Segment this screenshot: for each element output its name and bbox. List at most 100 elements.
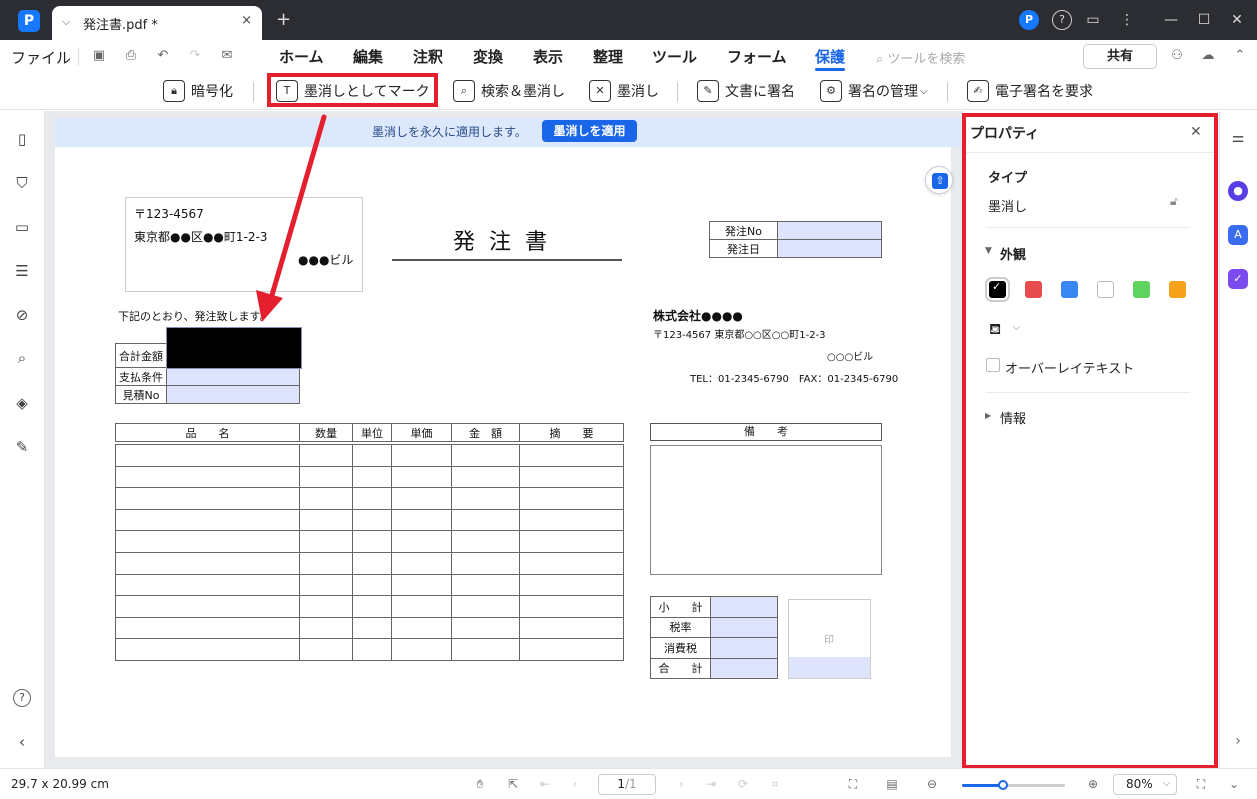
close-tab-icon[interactable]: × xyxy=(241,13,252,28)
redo-icon[interactable]: ↷ xyxy=(186,47,204,65)
table-cell[interactable] xyxy=(352,595,392,618)
table-cell[interactable] xyxy=(391,530,452,553)
table-cell[interactable] xyxy=(519,638,624,661)
undo-icon[interactable]: ↶ xyxy=(154,47,172,65)
redact-button[interactable]: ✕ 墨消し xyxy=(589,78,659,104)
maximize-icon[interactable]: ☐ xyxy=(1194,10,1214,30)
page-number-input[interactable]: 1/1 xyxy=(598,774,656,795)
search-redact-button[interactable]: ⌕ 検索＆墨消し xyxy=(453,78,565,104)
help-icon[interactable]: ? xyxy=(1052,10,1072,30)
table-cell[interactable] xyxy=(299,573,353,597)
encrypt-button[interactable]: 🔒︎ 暗号化 xyxy=(163,78,233,104)
quote-field[interactable] xyxy=(166,385,300,404)
table-cell[interactable] xyxy=(451,487,520,510)
remarks-field[interactable] xyxy=(650,445,882,575)
table-cell[interactable] xyxy=(115,573,300,597)
select-tool-icon[interactable]: ⇱ xyxy=(505,776,521,792)
collapse-status-icon[interactable]: ⌄ xyxy=(1226,776,1242,792)
table-cell[interactable] xyxy=(451,530,520,553)
task-check-icon[interactable]: ✓ xyxy=(1228,269,1248,289)
expand-right-icon[interactable]: › xyxy=(1228,731,1248,751)
table-cell[interactable] xyxy=(299,616,353,640)
fields-icon[interactable]: ☰ xyxy=(13,262,31,280)
chevron-down-icon[interactable]: ⌵ xyxy=(62,15,70,29)
table-cell[interactable] xyxy=(451,573,520,597)
bookmark-icon[interactable]: ⛉ xyxy=(13,174,31,192)
table-cell[interactable] xyxy=(299,487,353,510)
table-cell[interactable] xyxy=(519,551,624,575)
zoom-in-icon[interactable]: ⊕ xyxy=(1085,776,1101,792)
menu-organize[interactable]: 整理 xyxy=(593,46,623,67)
menu-view[interactable]: 表示 xyxy=(533,46,563,67)
first-page-icon[interactable]: ⇤ xyxy=(537,776,553,792)
comment-icon[interactable]: ▭ xyxy=(13,218,31,236)
table-cell[interactable] xyxy=(115,487,300,510)
request-esign-button[interactable]: ✍ 電子署名を要求 xyxy=(967,78,1093,104)
hand-tool-icon[interactable]: ✋︎ xyxy=(472,776,488,792)
table-cell[interactable] xyxy=(391,444,452,467)
table-cell[interactable] xyxy=(451,465,520,489)
zoom-slider-handle[interactable] xyxy=(998,780,1009,790)
table-cell[interactable] xyxy=(115,551,300,575)
zoom-select[interactable]: 80% ⌵ xyxy=(1113,774,1177,795)
upload-button[interactable]: ⇧ xyxy=(925,166,953,194)
more-icon[interactable]: ⋮ xyxy=(1117,10,1137,30)
table-cell[interactable] xyxy=(115,508,300,532)
app-logo-icon[interactable]: P xyxy=(18,10,40,32)
order-date-field[interactable] xyxy=(777,239,882,258)
share-network-icon[interactable]: ⚇ xyxy=(1168,47,1186,65)
tool-search-input[interactable]: ⌕ ツールを検索 xyxy=(876,48,965,67)
table-cell[interactable] xyxy=(299,595,353,618)
menu-protect[interactable]: 保護 xyxy=(815,46,845,67)
menu-form[interactable]: フォーム xyxy=(727,46,787,67)
table-cell[interactable] xyxy=(115,595,300,618)
table-cell[interactable] xyxy=(391,573,452,597)
menu-edit[interactable]: 編集 xyxy=(353,46,383,67)
print-icon[interactable]: ⎙ xyxy=(122,47,140,65)
menu-convert[interactable]: 変換 xyxy=(473,46,503,67)
table-cell[interactable] xyxy=(352,465,392,489)
menu-file[interactable]: ファイル xyxy=(11,47,71,68)
ai-assistant-icon[interactable]: ● xyxy=(1228,181,1248,201)
menu-annotate[interactable]: 注釈 xyxy=(413,46,443,67)
window-close-icon[interactable]: ✕ xyxy=(1227,10,1247,30)
apply-redaction-button[interactable]: 墨消しを適用 xyxy=(542,120,637,142)
table-cell[interactable] xyxy=(391,487,452,510)
table-cell[interactable] xyxy=(519,508,624,532)
table-cell[interactable] xyxy=(299,638,353,661)
table-cell[interactable] xyxy=(391,551,452,575)
document-tab[interactable]: ⌵ 発注書.pdf * × xyxy=(52,6,262,40)
avatar-icon[interactable]: P xyxy=(1019,10,1039,30)
table-cell[interactable] xyxy=(391,465,452,489)
table-cell[interactable] xyxy=(115,616,300,640)
table-cell[interactable] xyxy=(519,595,624,618)
table-cell[interactable] xyxy=(352,444,392,467)
table-cell[interactable] xyxy=(115,638,300,661)
collapse-ribbon-icon[interactable]: ⌃ xyxy=(1231,47,1249,65)
layers-icon[interactable]: ◈ xyxy=(13,394,31,412)
table-cell[interactable] xyxy=(391,616,452,640)
table-cell[interactable] xyxy=(451,508,520,532)
table-cell[interactable] xyxy=(519,530,624,553)
attachment-icon[interactable]: ⊘ xyxy=(13,306,31,324)
table-cell[interactable] xyxy=(115,530,300,553)
fit-page-icon[interactable]: ⛶ xyxy=(845,776,861,792)
cloud-upload-icon[interactable]: ☁ xyxy=(1199,47,1217,65)
table-cell[interactable] xyxy=(519,465,624,489)
subtotal-field[interactable] xyxy=(710,596,778,618)
table-cell[interactable] xyxy=(352,573,392,597)
table-cell[interactable] xyxy=(451,595,520,618)
last-page-icon[interactable]: ⇥ xyxy=(703,776,719,792)
grand-total-field[interactable] xyxy=(710,657,778,679)
table-cell[interactable] xyxy=(299,551,353,575)
page-thumbnail-icon[interactable]: ▯ xyxy=(13,130,31,148)
table-cell[interactable] xyxy=(391,595,452,618)
table-cell[interactable] xyxy=(451,551,520,575)
signature-panel-icon[interactable]: ✎ xyxy=(13,438,31,456)
collapse-left-icon[interactable]: ‹ xyxy=(13,733,31,751)
table-cell[interactable] xyxy=(299,530,353,553)
menu-tools[interactable]: ツール xyxy=(652,46,697,67)
manage-signatures-button[interactable]: ⚙ 署名の管理 ⌵ xyxy=(820,78,928,104)
properties-toggle-icon[interactable]: ⚌ xyxy=(1228,128,1248,148)
table-cell[interactable] xyxy=(519,444,624,467)
